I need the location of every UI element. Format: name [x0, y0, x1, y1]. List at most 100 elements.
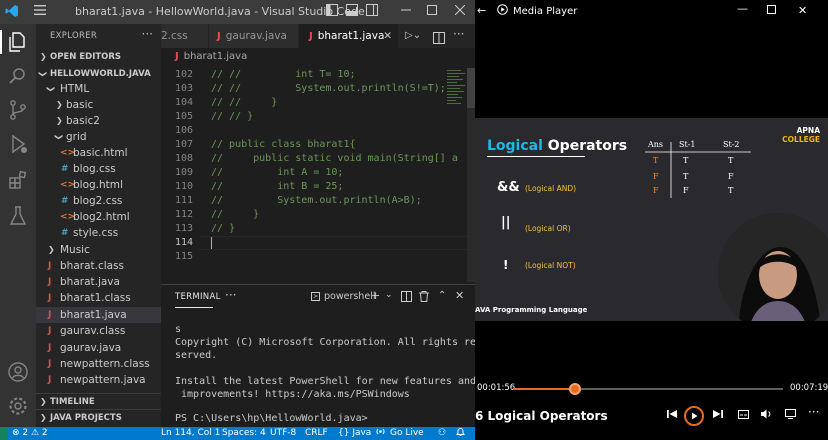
chevron-down-icon[interactable]: ⌄: [385, 290, 393, 300]
subtitles-icon[interactable]: [738, 409, 749, 422]
java-file-icon: J: [48, 310, 52, 320]
tree-item-newpattern-java[interactable]: J newpattern.java: [36, 372, 161, 388]
tree-item-basic-html[interactable]: <> basic.html: [36, 145, 161, 161]
tree-item-gaurav-class[interactable]: J gaurav.class: [36, 323, 161, 339]
language-mode[interactable]: {} Java: [338, 427, 371, 440]
panel-toggle-icon[interactable]: [344, 4, 360, 20]
maximize-icon[interactable]: [767, 4, 776, 17]
encoding-status[interactable]: UTF-8: [270, 427, 296, 440]
tree-item-blog2-html[interactable]: <> blog2.html: [36, 209, 161, 225]
menu-icon[interactable]: [32, 4, 48, 20]
terminal-prompt[interactable]: PS C:\Users\hp\HellowWorld.java>: [175, 412, 368, 425]
run-java-icon[interactable]: ▷⌄: [405, 30, 421, 41]
play-pause-button[interactable]: [684, 406, 704, 426]
trash-icon[interactable]: [419, 291, 429, 305]
tree-item-grid[interactable]: ❯ grid: [36, 129, 161, 145]
tab-terminal[interactable]: TERMINAL: [175, 292, 221, 302]
seek-bar[interactable]: 00:01:56 00:07:19: [475, 383, 828, 395]
eol-status[interactable]: CRLF: [305, 427, 328, 440]
css-file-icon: #: [61, 228, 69, 238]
tree-item-style-css[interactable]: # style.css: [36, 225, 161, 241]
more-actions-icon[interactable]: ···: [225, 288, 236, 302]
tree-item-bharat-class[interactable]: J bharat.class: [36, 258, 161, 274]
timeline-section[interactable]: ❯ TIMELINE: [36, 393, 161, 409]
chevron-up-icon[interactable]: ⌃: [438, 290, 446, 301]
source-control-icon[interactable]: [6, 98, 30, 122]
tree-item-label: HTML: [60, 83, 90, 95]
back-icon[interactable]: ←: [477, 4, 486, 17]
tree-item-music[interactable]: ❯ Music: [36, 242, 161, 258]
remote-indicator[interactable]: [0, 427, 8, 440]
close-icon[interactable]: ✕: [798, 4, 807, 17]
scrollbar-thumb[interactable]: [467, 68, 475, 108]
line-number: 111: [174, 195, 193, 206]
run-debug-icon[interactable]: [6, 132, 30, 156]
tree-item-bharat-java[interactable]: J bharat.java: [36, 274, 161, 290]
close-icon[interactable]: [452, 4, 468, 20]
breadcrumb[interactable]: Jbharat1.java: [175, 51, 247, 62]
open-editors-section[interactable]: ❯ OPEN EDITORS: [36, 49, 161, 65]
sidebar-toggle-icon[interactable]: [364, 4, 380, 20]
next-icon[interactable]: [713, 409, 723, 422]
tree-item-bharat1-class[interactable]: J bharat1.class: [36, 290, 161, 306]
volume-icon[interactable]: [761, 409, 772, 422]
editor-scrollbar[interactable]: [467, 68, 475, 282]
explorer-icon[interactable]: [6, 30, 30, 54]
more-options-icon[interactable]: ···: [808, 405, 819, 419]
cursor-position[interactable]: Ln 114, Col 1: [161, 427, 220, 440]
split-terminal-icon[interactable]: [401, 291, 412, 305]
tree-item-bharat1-java[interactable]: J bharat1.java: [36, 307, 161, 323]
activity-bar: [0, 24, 36, 427]
tree-item-label: gaurav.class: [60, 325, 126, 337]
tab-bharat1-java[interactable]: Jbharat1.java ✕: [299, 24, 399, 48]
java-projects-section[interactable]: ❯ JAVA PROJECTS: [36, 409, 161, 425]
split-editor-icon[interactable]: [433, 29, 445, 48]
section-label: TIMELINE: [50, 397, 95, 407]
tree-item-html[interactable]: ❯ HTML: [36, 81, 161, 97]
tree-item-blog-css[interactable]: # blog.css: [36, 161, 161, 177]
more-actions-icon[interactable]: ···: [453, 27, 464, 41]
close-panel-icon[interactable]: ✕: [455, 289, 464, 302]
tree-item-basic[interactable]: ❯ basic: [36, 97, 161, 113]
search-icon[interactable]: [6, 64, 30, 88]
tree-item-blog2-css[interactable]: # blog2.css: [36, 193, 161, 209]
tab-gaurav-java[interactable]: Jgaurav.java: [209, 24, 299, 48]
minimap[interactable]: [447, 68, 467, 282]
new-terminal-icon[interactable]: +: [371, 289, 380, 302]
code-line: 105 // // }: [161, 110, 461, 124]
notifications-bell-icon[interactable]: [456, 427, 465, 440]
testing-icon[interactable]: [6, 204, 30, 228]
indentation-status[interactable]: Spaces: 4: [222, 427, 266, 440]
extensions-icon[interactable]: [6, 168, 30, 192]
cast-icon[interactable]: [785, 409, 796, 422]
previous-icon[interactable]: [667, 409, 677, 422]
problems-status[interactable]: ⊗ 2 ⚠ 2: [12, 427, 48, 440]
brand-line-1: APNA: [796, 126, 820, 135]
layout-icon[interactable]: [324, 4, 340, 20]
feedback-icon[interactable]: ⚇: [438, 427, 446, 440]
video-frame[interactable]: Logical Operators APNA COLLEGE && (Logica…: [475, 118, 828, 321]
maximize-icon[interactable]: [424, 4, 440, 20]
minimize-icon[interactable]: [398, 4, 414, 20]
settings-gear-icon[interactable]: [6, 394, 30, 418]
vscode-logo-icon: [4, 4, 20, 20]
minimize-icon[interactable]: —: [737, 2, 748, 15]
truth-table-cell: T: [683, 172, 689, 181]
close-tab-icon[interactable]: ✕: [383, 24, 392, 48]
tree-item-basic2[interactable]: ❯ basic2: [36, 113, 161, 129]
terminal-selector[interactable]: > powershell: [311, 289, 375, 305]
terminal-panel: TERMINAL ··· > powershell + ⌄ ⌃ ✕ s Copyr…: [161, 284, 475, 427]
account-icon[interactable]: [6, 360, 30, 384]
brand-line-2: COLLEGE: [782, 135, 820, 144]
workspace-section[interactable]: ❯ HELLOWWORLD.JAVA: [36, 66, 161, 82]
go-live-button[interactable]: Go Live: [390, 427, 424, 440]
seek-handle[interactable]: [569, 383, 581, 395]
tree-item-newpattern-class[interactable]: J newpattern.class: [36, 356, 161, 372]
tree-item-blog-html[interactable]: <> blog.html: [36, 177, 161, 193]
tab-css[interactable]: 2.css: [161, 24, 209, 48]
line-number: 112: [174, 209, 193, 220]
code-text: // // int T= 10;: [211, 69, 356, 80]
line-number: 105: [174, 111, 193, 122]
tree-item-gaurav-java[interactable]: J gaurav.java: [36, 340, 161, 356]
more-actions-icon[interactable]: ···: [142, 27, 153, 41]
